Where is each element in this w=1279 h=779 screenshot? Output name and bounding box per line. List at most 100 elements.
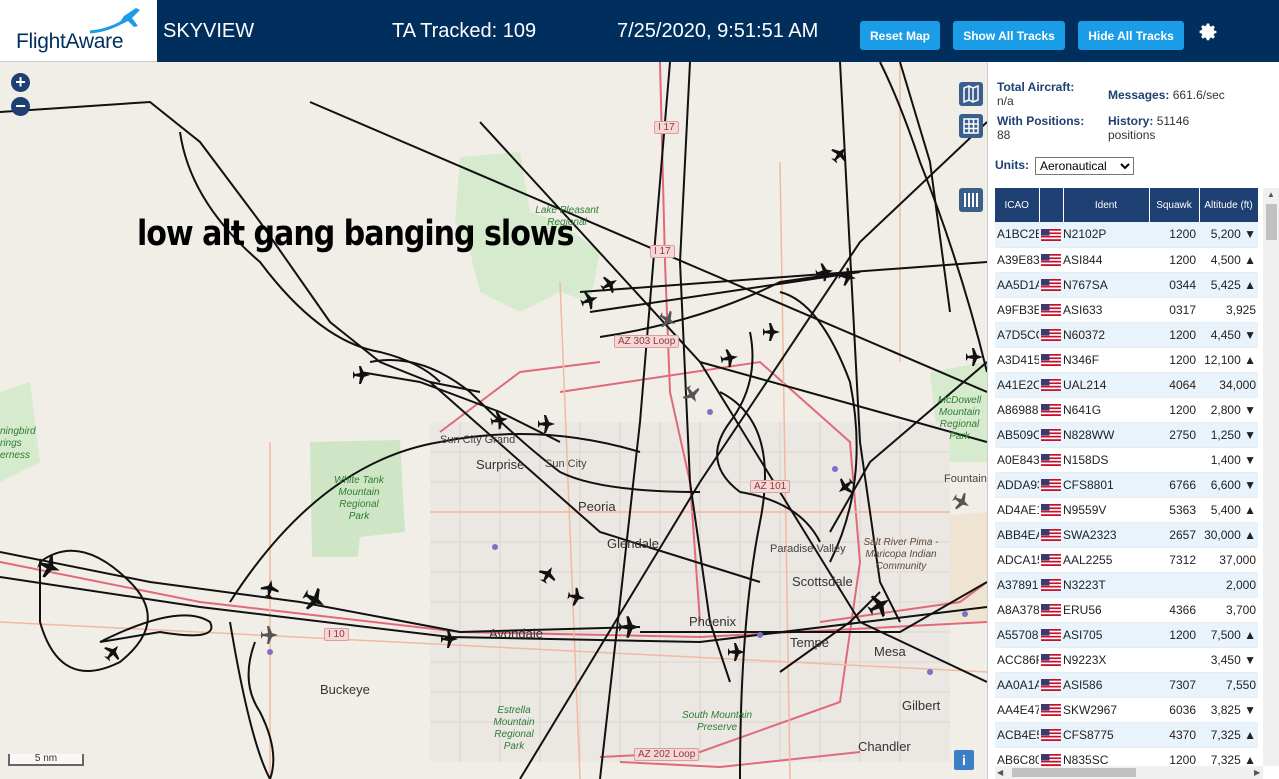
us-flag-icon	[1041, 754, 1061, 767]
show-all-tracks-button[interactable]: Show All Tracks	[953, 21, 1065, 50]
reset-map-button[interactable]: Reset Map	[860, 21, 940, 50]
table-row[interactable]: A39E83 ASI844 1200 4,500 ▲	[995, 247, 1258, 273]
label-hummingbird: ningbird rings erness	[0, 426, 36, 461]
us-flag-icon	[1041, 304, 1061, 317]
zoom-in-button[interactable]: +	[11, 73, 30, 92]
grid-icon	[963, 118, 979, 134]
scroll-left-icon[interactable]: ◀	[997, 768, 1003, 777]
table-row[interactable]: A41E2C UAL214 4064 34,000	[995, 372, 1258, 398]
table-row[interactable]: A37891 N3223T 2,000	[995, 572, 1258, 598]
grid-toggle-button[interactable]	[959, 114, 983, 138]
row-squawk	[1149, 447, 1199, 473]
row-flag	[1039, 572, 1063, 598]
label-white-tank: White Tank Mountain Regional Park	[334, 475, 384, 522]
flightaware-logo[interactable]: FlightAware	[0, 0, 157, 62]
col-altitude[interactable]: Altitude (ft)	[1199, 188, 1259, 222]
vertical-scrollbar[interactable]	[1263, 188, 1279, 766]
row-flag	[1039, 397, 1063, 423]
row-ident: N641G	[1063, 397, 1149, 423]
page-title: SKYVIEW	[163, 20, 255, 42]
table-row[interactable]: AA5D1A N767SA 0344 5,425 ▲	[995, 272, 1258, 298]
row-flag	[1039, 722, 1063, 748]
row-icao: A55708	[995, 622, 1039, 648]
table-row[interactable]: A9FB3E ASI633 0317 3,925	[995, 297, 1258, 323]
row-altitude: 3,825 ▼	[1199, 697, 1258, 723]
row-altitude: 4,450 ▼	[1199, 322, 1258, 348]
row-ident: ASI633	[1063, 297, 1149, 323]
row-ident: ERU56	[1063, 597, 1149, 623]
row-squawk: 1200	[1149, 247, 1199, 273]
scroll-right-icon[interactable]: ▶	[1254, 768, 1260, 777]
zoom-out-button[interactable]: −	[11, 97, 30, 116]
row-ident: N828WW	[1063, 422, 1149, 448]
units-select[interactable]: Aeronautical	[1035, 157, 1134, 175]
col-ident[interactable]: Ident	[1063, 188, 1150, 222]
table-row[interactable]: AA4E47 SKW2967 6036 3,825 ▼	[995, 697, 1258, 723]
hide-all-tracks-button[interactable]: Hide All Tracks	[1078, 21, 1184, 50]
stat-with-positions-value: 88	[997, 128, 1011, 142]
row-altitude: 30,000 ▲	[1199, 522, 1258, 548]
row-ident: N158DS	[1063, 447, 1149, 473]
col-flag[interactable]	[1039, 188, 1064, 222]
row-altitude: 3,450 ▼	[1199, 647, 1258, 673]
col-squawk[interactable]: Squawk	[1149, 188, 1200, 222]
row-altitude: 7,500 ▲	[1199, 622, 1258, 648]
table-row[interactable]: ACC86F N9223X 3,450 ▼	[995, 647, 1258, 673]
columns-toggle-button[interactable]	[959, 188, 983, 212]
row-altitude: 12,100 ▲	[1199, 347, 1258, 373]
label-i17-south: I 17	[650, 245, 675, 258]
table-row[interactable]: A7D5CC N6037212004,450 ▼	[995, 322, 1258, 348]
us-flag-icon	[1041, 654, 1061, 667]
us-flag-icon	[1041, 404, 1061, 417]
label-sun-city: Sun City	[545, 458, 587, 470]
table-row[interactable]: A1BC2E N2102P 1200 5,200 ▼	[995, 222, 1258, 248]
table-row[interactable]: AA0A1A ASI586 7307 7,550	[995, 672, 1258, 698]
row-flag	[1039, 622, 1063, 648]
vertical-scroll-thumb[interactable]	[1266, 204, 1277, 240]
scroll-up-icon[interactable]: ▲	[1267, 190, 1275, 199]
row-squawk: 4064	[1149, 372, 1199, 398]
table-row[interactable]: ADCA15 AAL2255731237,000	[995, 547, 1258, 573]
header-bar: FlightAware SKYVIEW TA Tracked: 109 7/25…	[0, 0, 1279, 62]
map-layer-button[interactable]	[959, 82, 983, 106]
table-row[interactable]: A55708 ASI705 1200 7,500 ▲	[995, 622, 1258, 648]
row-squawk: 6766	[1149, 472, 1199, 498]
row-flag	[1039, 547, 1063, 573]
us-flag-icon	[1041, 579, 1061, 592]
row-ident: ASI586	[1063, 672, 1149, 698]
row-altitude: 7,325 ▲	[1199, 722, 1258, 748]
row-flag	[1039, 597, 1063, 623]
row-flag	[1039, 522, 1063, 548]
row-ident: N2102P	[1063, 222, 1149, 248]
label-mcdowell: McDowell Mountain Regional Park	[937, 395, 982, 442]
stat-history: History: 51146 positions	[1108, 114, 1218, 142]
row-altitude: 7,550	[1199, 672, 1258, 698]
row-altitude: 4,500 ▲	[1199, 247, 1258, 273]
row-ident: N346F	[1063, 347, 1149, 373]
row-ident: SKW2967	[1063, 697, 1149, 723]
gear-icon[interactable]	[1195, 20, 1219, 44]
info-button[interactable]: i	[954, 750, 974, 770]
row-altitude: 5,200 ▼	[1199, 222, 1258, 248]
map-annotation-text: low alt gang banging slows	[137, 214, 575, 254]
col-icao[interactable]: ICAO	[995, 188, 1040, 222]
table-row[interactable]: A3D415 N346F 1200 12,100 ▲	[995, 347, 1258, 373]
table-row[interactable]: ACB4E5 CFS8775 4370 7,325 ▲	[995, 722, 1258, 748]
label-buckeye: Buckeye	[320, 682, 370, 697]
table-row[interactable]: ABB4EA SWA2323265730,000 ▲	[995, 522, 1258, 548]
map-canvas[interactable]: Surprise Sun City Grand Sun City Peoria …	[0, 62, 987, 779]
row-squawk: 0344	[1149, 272, 1199, 298]
row-altitude: 3,700	[1199, 597, 1258, 623]
table-row[interactable]: A0E843 N158DS 1,400 ▼	[995, 447, 1258, 473]
row-flag	[1039, 672, 1063, 698]
us-flag-icon	[1041, 729, 1061, 742]
table-row[interactable]: AB509C N828WW 2750 1,250 ▼	[995, 422, 1258, 448]
table-row[interactable]: A8A378 ERU56 4366 3,700	[995, 597, 1258, 623]
table-row[interactable]: ADDA93 CFS880167666,600 ▼	[995, 472, 1258, 498]
row-altitude: 5,425 ▲	[1199, 272, 1258, 298]
table-row[interactable]: AD4AE1 N9559V 5363 5,400 ▲	[995, 497, 1258, 523]
row-icao: A37891	[995, 572, 1039, 598]
aircraft-table-body: A1BC2E N2102P 1200 5,200 ▼ A39E83 ASI844 1200 4…	[995, 222, 1258, 773]
table-row[interactable]: A86988 N641G 1200 2,800 ▼	[995, 397, 1258, 423]
horizontal-scroll-thumb[interactable]	[1012, 768, 1136, 777]
